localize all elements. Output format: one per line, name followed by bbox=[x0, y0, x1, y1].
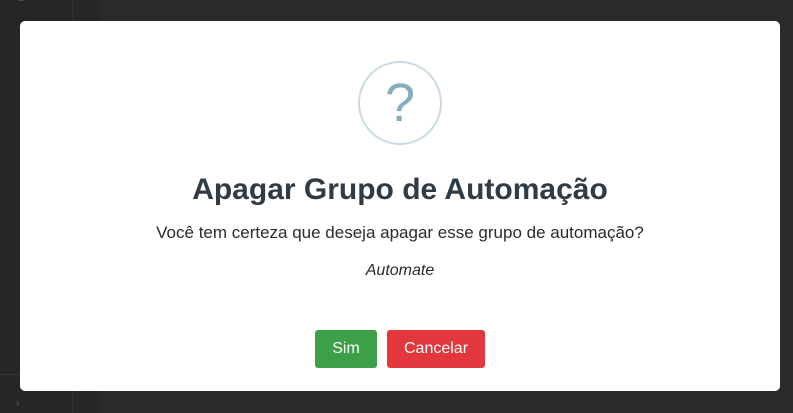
menu-icon: ≡ bbox=[18, 0, 24, 5]
dialog-actions: Sim Cancelar bbox=[20, 330, 780, 368]
cancel-button[interactable]: Cancelar bbox=[387, 330, 485, 368]
chevron-right-icon: › bbox=[16, 398, 20, 409]
dialog-title: Apagar Grupo de Automação bbox=[192, 173, 608, 206]
item-name: Automate bbox=[365, 262, 435, 279]
confirm-button[interactable]: Sim bbox=[315, 330, 377, 368]
confirm-delete-dialog: ? Apagar Grupo de Automação Você tem cer… bbox=[20, 21, 780, 391]
dialog-message: Você tem certeza que deseja apagar esse … bbox=[156, 223, 644, 242]
question-mark-icon: ? bbox=[384, 73, 416, 133]
question-icon: ? bbox=[358, 61, 442, 145]
